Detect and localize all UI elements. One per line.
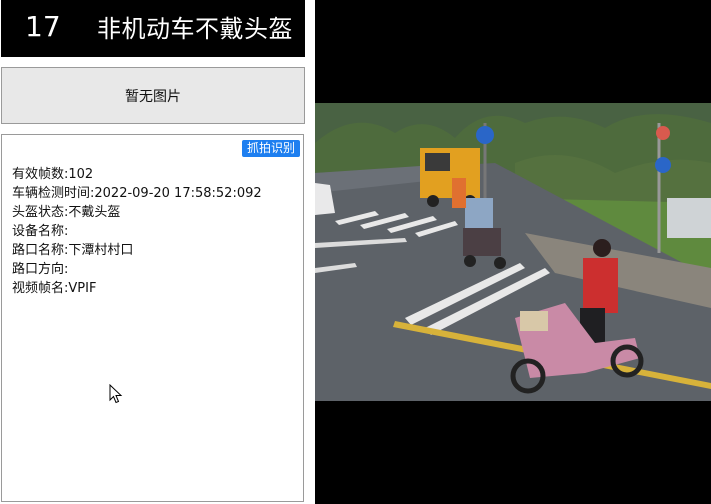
event-title: 非机动车不戴头盔 [97,15,293,43]
event-title-bar: 17 非机动车不戴头盔 [1,0,305,57]
valid-frames-line: 有效帧数:102 [12,167,94,182]
video-frame-name-line: 视频帧名:VPIF [12,281,97,296]
snap-recognize-button[interactable]: 抓拍识别 [241,140,300,157]
camera-frame-image [315,103,711,401]
detection-info-panel: 抓拍识别 有效帧数:102 车辆检测时间:2022-09-20 17:58:52… [1,134,304,502]
no-image-label: 暂无图片 [125,88,181,105]
info-list: 有效帧数:102 车辆检测时间:2022-09-20 17:58:52:092 … [12,165,262,298]
detect-time-line: 车辆检测时间:2022-09-20 17:58:52:092 [12,186,262,201]
left-panel: 17 非机动车不戴头盔 暂无图片 抓拍识别 有效帧数:102 车辆检测时间:20… [0,0,307,504]
event-number: 17 [25,10,61,43]
snapshot-placeholder: 暂无图片 [1,67,305,124]
intersection-name-line: 路口名称:下潭村村口 [12,243,134,258]
video-panel [315,0,711,504]
mouse-cursor-icon [109,384,123,404]
intersection-direction-line: 路口方向: [12,262,69,277]
helmet-status-line: 头盔状态:不戴头盔 [12,205,121,220]
device-name-line: 设备名称: [12,224,69,239]
